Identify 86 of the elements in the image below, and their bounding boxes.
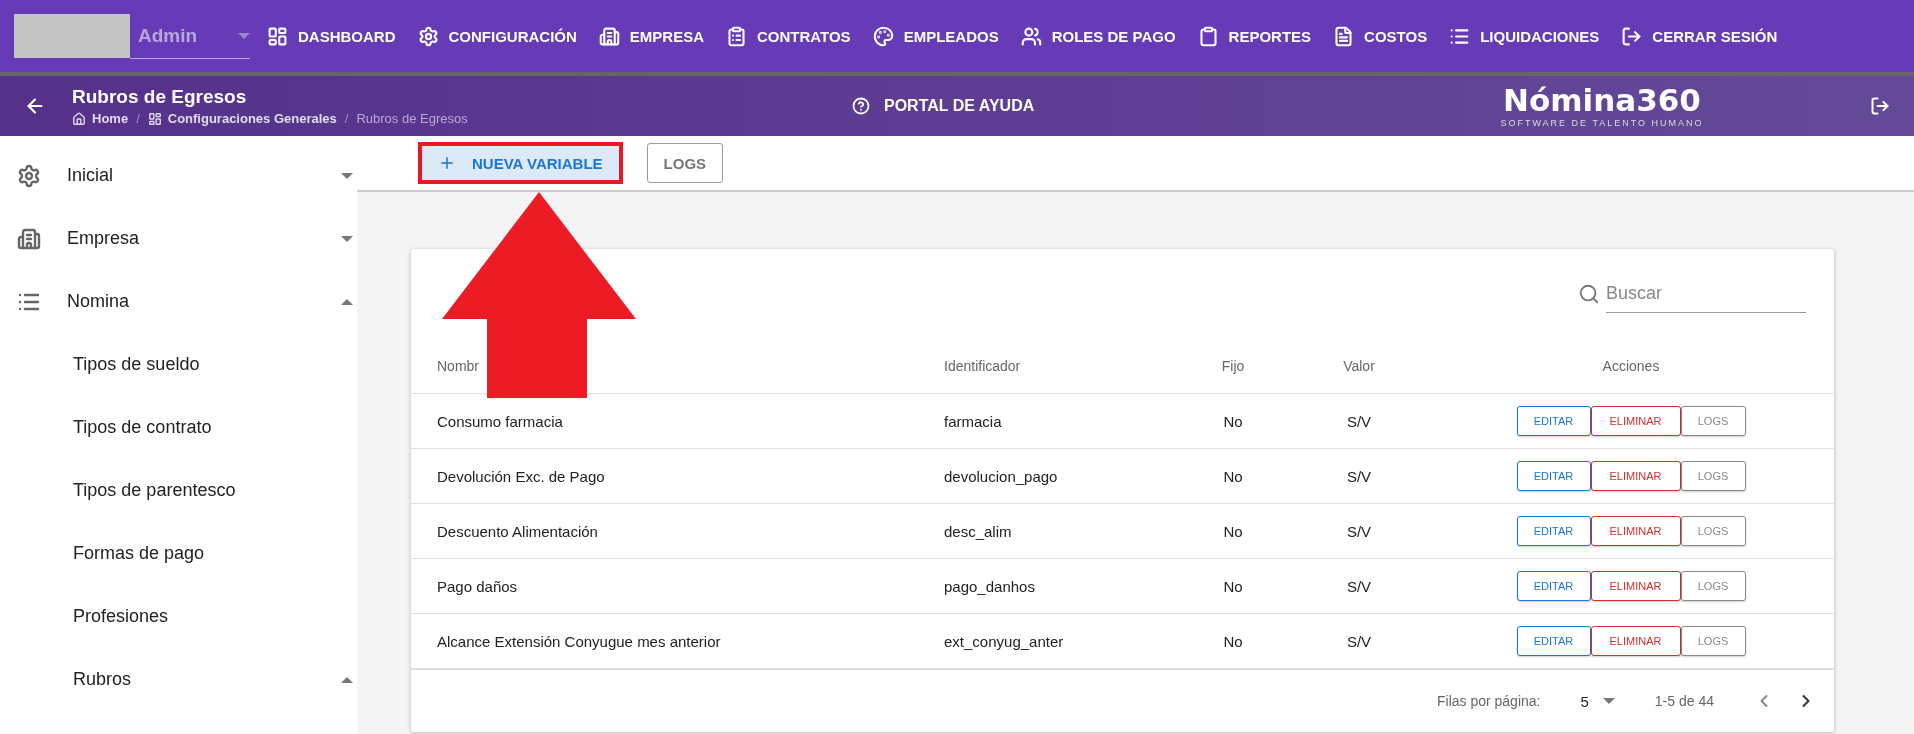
table-cell: Pago daños — [437, 577, 518, 595]
page-range: 1-5 de 44 — [1654, 693, 1714, 709]
sidebar-item[interactable]: Profesiones — [0, 585, 357, 648]
table-cell: No — [1223, 467, 1243, 485]
building-icon — [17, 226, 41, 251]
action-button[interactable]: ELIMINAR — [1590, 461, 1681, 491]
sidebar-item[interactable]: Tipos de parentesco — [0, 459, 357, 522]
breadcrumb-link[interactable]: Home — [72, 111, 129, 126]
rows-per-page-label: Filas por página: — [1436, 693, 1541, 709]
nav-item[interactable]: COSTOS — [1322, 25, 1439, 47]
table-cell: No — [1223, 577, 1243, 595]
table-cell: Consumo farmacia — [437, 412, 563, 430]
column-header: Acciones — [1601, 358, 1661, 374]
breadcrumb-link[interactable]: Rubros de Egresos — [356, 111, 468, 126]
action-button[interactable]: ELIMINAR — [1590, 571, 1681, 601]
sidebar-item[interactable]: Formas de pago — [0, 522, 357, 585]
nav-item[interactable]: LIQUIDACIONES — [1438, 25, 1611, 47]
table-cell: S/V — [1346, 522, 1372, 540]
logo-tagline: SOFTWARE DE TALENTO HUMANO — [1500, 117, 1704, 128]
search-icon — [1578, 283, 1600, 305]
sidebar-item[interactable]: Tipos de contrato — [0, 396, 357, 459]
breadcrumb-separator: / — [136, 111, 140, 126]
dashboard-icon — [147, 111, 162, 126]
table-cell: pago_danhos — [944, 577, 1035, 595]
building-icon — [598, 25, 620, 47]
column-header: Fijo — [1220, 358, 1246, 374]
action-button[interactable]: LOGS — [1680, 626, 1746, 656]
help-link[interactable]: PORTAL DE AYUDA — [852, 97, 1452, 115]
logout-icon — [1621, 25, 1643, 47]
table-cell: Descuento Alimentación — [437, 522, 598, 540]
column-header: Valor — [1342, 358, 1376, 374]
action-button[interactable]: ELIMINAR — [1590, 406, 1681, 436]
logout-icon[interactable] — [1870, 96, 1890, 116]
nav-item[interactable]: EMPLEADOS — [861, 25, 1010, 47]
nav-item[interactable]: CERRAR SESIÓN — [1610, 25, 1789, 47]
document-icon — [1333, 25, 1355, 47]
dashboard-icon — [267, 25, 288, 47]
action-button[interactable]: ELIMINAR — [1590, 626, 1681, 656]
nav-item[interactable]: ROLES DE PAGO — [1009, 25, 1187, 47]
action-button[interactable]: ELIMINAR — [1590, 516, 1681, 546]
nav-item[interactable]: EMPRESA — [587, 25, 715, 47]
table-cell: Alcance Extensión Conyugue mes anterior — [437, 632, 721, 650]
table-cell: devolucion_pago — [944, 467, 1058, 485]
table-cell: S/V — [1346, 467, 1372, 485]
palette-icon — [872, 25, 894, 47]
action-button[interactable]: EDITAR — [1516, 461, 1591, 491]
action-button[interactable]: LOGS — [1680, 406, 1746, 436]
action-button[interactable]: LOGS — [1680, 461, 1746, 491]
settings-icon — [417, 25, 439, 47]
column-header: Nombr — [437, 358, 480, 374]
nav-item[interactable]: DASHBOARD — [256, 25, 407, 47]
home-icon — [72, 111, 86, 126]
breadcrumb-separator: / — [344, 111, 349, 126]
table-cell: S/V — [1346, 412, 1372, 430]
rows-per-page-select[interactable]: 5 — [1580, 692, 1615, 710]
action-button[interactable]: EDITAR — [1516, 626, 1591, 656]
logo-text: Nómina360 — [1503, 84, 1701, 116]
table-cell: No — [1223, 632, 1243, 650]
table-cell: Devolución Exc. de Pago — [437, 467, 605, 485]
action-button[interactable]: EDITAR — [1516, 516, 1591, 546]
new-variable-button[interactable]: NUEVA VARIABLE — [422, 146, 619, 180]
clipboard-icon — [726, 25, 747, 47]
table-cell: No — [1223, 522, 1243, 540]
table-cell: S/V — [1346, 577, 1372, 595]
nav-item[interactable]: CONFIGURACIÓN — [406, 25, 588, 47]
table-cell: S/V — [1346, 632, 1372, 650]
page-title: Rubros de Egresos — [72, 86, 248, 108]
settings-icon — [17, 163, 41, 188]
clipboard-icon — [1197, 25, 1219, 47]
sidebar-item[interactable]: Tipos de sueldo — [0, 333, 357, 396]
nav-item[interactable]: REPORTES — [1186, 25, 1323, 47]
column-header: Identificador — [944, 358, 1022, 374]
logs-button[interactable]: LOGS — [646, 143, 724, 183]
users-icon — [1020, 25, 1042, 47]
breadcrumb-link[interactable]: Configuraciones Generales — [147, 111, 337, 126]
table-cell: No — [1223, 412, 1243, 430]
nav-item[interactable]: CONTRATOS — [715, 25, 862, 47]
action-button[interactable]: EDITAR — [1516, 571, 1591, 601]
action-button[interactable]: EDITAR — [1516, 406, 1591, 436]
action-button[interactable]: LOGS — [1680, 571, 1746, 601]
table-cell: desc_alim — [944, 522, 1012, 540]
plus-icon — [438, 154, 456, 172]
help-icon — [852, 97, 870, 115]
table-cell: farmacia — [944, 412, 1002, 430]
action-button[interactable]: LOGS — [1680, 516, 1746, 546]
table-cell: ext_conyug_anter — [944, 632, 1064, 650]
